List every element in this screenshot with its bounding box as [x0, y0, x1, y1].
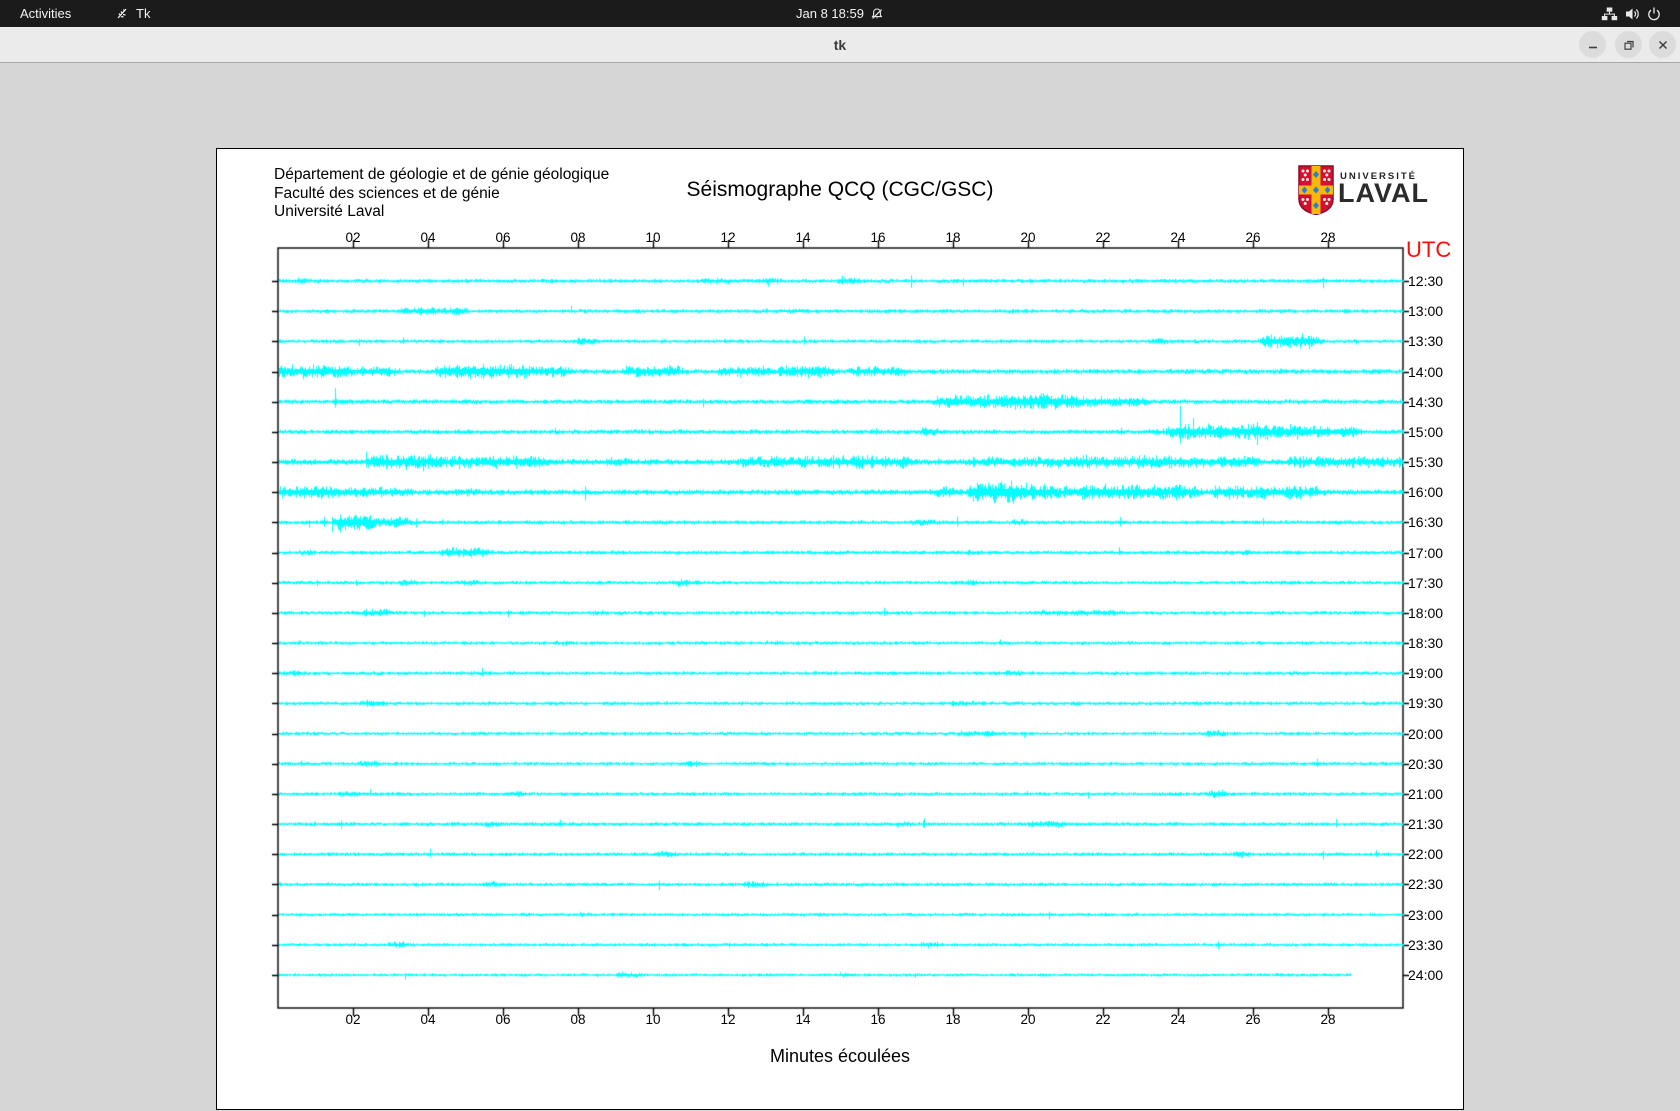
window-titlebar[interactable]: tk	[0, 27, 1680, 63]
maximize-icon	[1623, 40, 1634, 50]
x-axis-top-tick-label: 18	[945, 230, 961, 245]
utc-time-label: 22:00	[1408, 846, 1444, 863]
utc-time-label: 19:30	[1408, 695, 1444, 712]
x-axis-bottom-tick-label: 18	[945, 1012, 961, 1027]
utc-time-label: 18:00	[1408, 604, 1444, 621]
utc-time-label: 20:00	[1408, 725, 1444, 742]
x-axis-bottom-tick-label: 26	[1245, 1012, 1261, 1027]
utc-label: UTC	[1406, 237, 1452, 262]
x-axis-bottom-tick-label: 16	[870, 1012, 886, 1027]
seismograph-canvas-area: Département de géologie et de génie géol…	[216, 148, 1465, 1111]
utc-time-label: 21:00	[1408, 785, 1444, 802]
x-axis-bottom-tick-label: 14	[795, 1012, 811, 1027]
power-icon	[1646, 6, 1662, 22]
x-axis-top-tick-label: 08	[570, 230, 586, 245]
minimize-icon	[1588, 46, 1597, 48]
utc-time-label: 17:30	[1408, 574, 1444, 591]
utc-time-label: 15:30	[1408, 454, 1444, 471]
x-axis-bottom-tick-label: 22	[1095, 1012, 1111, 1027]
utc-time-label: 24:00	[1408, 967, 1444, 983]
utc-time-label: 19:00	[1408, 665, 1444, 682]
network-wired-icon	[1601, 6, 1618, 22]
x-axis-bottom-tick-label: 02	[345, 1012, 361, 1027]
utc-time-label: 16:30	[1408, 514, 1444, 531]
x-axis-bottom-tick-label: 24	[1170, 1012, 1186, 1027]
utc-time-label: 21:30	[1408, 816, 1444, 833]
x-axis-top-tick-label: 12	[720, 230, 736, 245]
x-axis-title: Minutes écoulées	[769, 1046, 911, 1066]
utc-time-label: 22:30	[1408, 876, 1444, 893]
x-axis-top-tick-label: 04	[420, 230, 436, 245]
utc-time-label: 17:00	[1408, 544, 1444, 561]
volume-icon	[1624, 6, 1640, 22]
logo-laval-text: LAVAL	[1338, 178, 1429, 208]
utc-time-label: 13:30	[1408, 333, 1444, 350]
utc-time-label: 15:00	[1408, 423, 1444, 440]
laval-shield-icon	[1298, 165, 1334, 219]
close-button[interactable]	[1649, 31, 1676, 58]
close-icon	[1658, 40, 1667, 49]
utc-time-label: 14:30	[1408, 393, 1444, 410]
seismogram-plot	[217, 149, 1465, 1111]
utc-time-label: 14:00	[1408, 363, 1444, 380]
page-title: Séismographe QCQ (CGC/GSC)	[686, 178, 994, 201]
x-axis-top-tick-label: 22	[1095, 230, 1111, 245]
window-title: tk	[833, 37, 847, 53]
utc-time-label: 12:30	[1408, 273, 1444, 289]
desktop-screen: Activities Tk Jan 8 18:59 tk Département…	[0, 0, 1680, 1111]
x-axis-bottom-tick-label: 06	[495, 1012, 511, 1027]
notifications-muted-icon	[870, 7, 884, 21]
x-axis-top-tick-label: 20	[1020, 230, 1036, 245]
utc-time-label: 20:30	[1408, 755, 1444, 772]
x-axis-top-tick-label: 06	[495, 230, 511, 245]
utc-time-label: 16:00	[1408, 484, 1444, 501]
universite-laval-logo: UNIVERSITÉ LAVAL	[1298, 165, 1468, 217]
utc-time-label: 23:30	[1408, 936, 1444, 953]
x-axis-bottom-tick-label: 20	[1020, 1012, 1036, 1027]
x-axis-top-tick-label: 28	[1320, 230, 1336, 245]
x-axis-bottom-tick-label: 12	[720, 1012, 736, 1027]
utc-time-label: 18:30	[1408, 635, 1444, 652]
clock-menu[interactable]: Jan 8 18:59	[0, 0, 1680, 27]
clock-label: Jan 8 18:59	[796, 6, 864, 21]
x-axis-top-tick-label: 14	[795, 230, 811, 245]
x-axis-top-tick-label: 16	[870, 230, 886, 245]
header-line-3: Université Laval	[274, 203, 385, 220]
x-axis-top-tick-label: 02	[345, 230, 361, 245]
utc-time-label: 13:00	[1408, 303, 1444, 320]
maximize-button[interactable]	[1615, 31, 1642, 58]
x-axis-top-tick-label: 24	[1170, 230, 1186, 245]
x-axis-bottom-tick-label: 10	[645, 1012, 661, 1027]
system-status-area[interactable]	[1601, 0, 1662, 27]
x-axis-bottom-tick-label: 08	[570, 1012, 586, 1027]
minimize-button[interactable]	[1579, 31, 1606, 58]
tk-window-content: Département de géologie et de génie géol…	[0, 64, 1680, 1111]
x-axis-top-tick-label: 10	[645, 230, 661, 245]
utc-time-label: 23:00	[1408, 906, 1444, 923]
x-axis-bottom-tick-label: 04	[420, 1012, 436, 1027]
x-axis-top-tick-label: 26	[1245, 230, 1261, 245]
x-axis-bottom-tick-label: 28	[1320, 1012, 1336, 1027]
gnome-top-bar: Activities Tk Jan 8 18:59	[0, 0, 1680, 27]
